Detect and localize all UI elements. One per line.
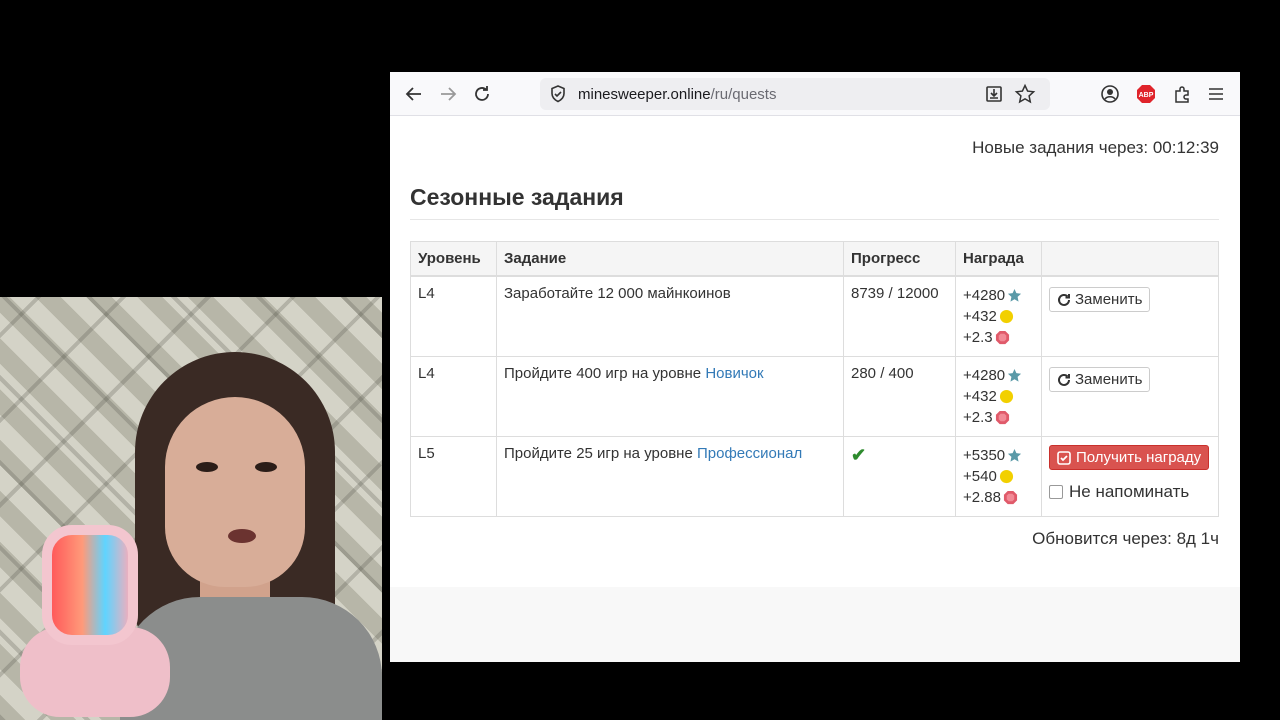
account-icon[interactable] — [1098, 82, 1122, 106]
url-host: minesweeper.online — [578, 86, 711, 103]
quest-action-cell: Получить награду Не напоминать — [1041, 436, 1219, 517]
coin-icon — [999, 309, 1013, 324]
dont-remind-checkbox[interactable] — [1049, 485, 1063, 499]
forward-arrow-icon[interactable] — [436, 82, 460, 106]
url-text[interactable]: minesweeper.online/ru/quests — [578, 86, 776, 103]
address-bar[interactable]: minesweeper.online/ru/quests — [540, 78, 1050, 110]
gem-icon — [995, 410, 1009, 425]
quest-level: L5 — [410, 436, 497, 517]
quest-task-text: Заработайте 12 000 майнкоинов — [504, 285, 731, 302]
title-divider — [410, 219, 1219, 220]
shield-icon[interactable] — [548, 84, 568, 104]
reward-gems: +2.3 — [963, 329, 993, 346]
header-progress: Прогресс — [843, 241, 956, 277]
browser-toolbar: minesweeper.online/ru/quests ABP — [390, 72, 1240, 116]
coin-icon — [999, 389, 1013, 404]
star-icon — [1008, 368, 1022, 382]
reward-gems: +2.3 — [963, 409, 993, 426]
star-icon — [1008, 288, 1022, 302]
refresh-icon — [1058, 293, 1070, 306]
gem-icon — [1003, 490, 1018, 505]
menu-hamburger-icon[interactable] — [1204, 82, 1228, 106]
quest-task: Пройдите 25 игр на уровне Профессионал — [496, 436, 844, 517]
dont-remind-label: Не напоминать — [1069, 482, 1190, 501]
star-icon — [1008, 448, 1022, 462]
table-header-row: Уровень Задание Прогресс Награда — [410, 241, 1219, 277]
quest-level: L4 — [410, 356, 497, 437]
quest-task-text: Пройдите 25 игр на уровне — [504, 445, 697, 462]
quest-task-link[interactable]: Профессионал — [697, 445, 802, 462]
header-reward: Награда — [955, 241, 1042, 277]
person-eye-right — [255, 462, 277, 472]
svg-text:ABP: ABP — [1139, 92, 1154, 99]
quest-reward: +4280 +432 +2.3 — [955, 275, 1042, 357]
reward-coins: +432 — [963, 308, 997, 325]
table-row: L5 Пройдите 25 игр на уровне Профессиона… — [410, 436, 1219, 517]
person-face — [165, 397, 305, 587]
page-footer — [390, 587, 1240, 662]
quest-progress: 8739 / 12000 — [843, 275, 956, 357]
quest-action-cell: Заменить — [1041, 275, 1219, 357]
gem-icon — [995, 330, 1009, 345]
replace-button-label: Заменить — [1075, 371, 1143, 388]
header-level: Уровень — [410, 241, 497, 277]
url-path: /ru/quests — [710, 86, 777, 103]
quest-reward: +5350 +540 +2.88 — [955, 436, 1042, 517]
checkmark-icon: ✔ — [851, 445, 867, 465]
reward-xp: +5350 — [963, 447, 1006, 464]
browser-window: minesweeper.online/ru/quests ABP Новые з… — [390, 72, 1240, 662]
reward-coins: +432 — [963, 388, 997, 405]
reward-xp: +4280 — [963, 287, 1006, 304]
replace-button-label: Заменить — [1075, 291, 1143, 308]
quest-progress: 280 / 400 — [843, 356, 956, 437]
check-square-icon — [1057, 450, 1071, 465]
page-title: Сезонные задания — [410, 184, 624, 210]
quest-level: L4 — [410, 275, 497, 357]
download-icon[interactable] — [984, 84, 1004, 109]
webcam-overlay — [0, 297, 382, 720]
reward-coins: +540 — [963, 468, 997, 485]
adblock-icon[interactable]: ABP — [1134, 82, 1158, 106]
reload-icon[interactable] — [470, 82, 494, 106]
person-mouth — [228, 529, 256, 543]
quests-table: Уровень Задание Прогресс Награда L4 Зара… — [410, 241, 1219, 517]
header-task: Задание — [496, 241, 844, 277]
dont-remind-option[interactable]: Не напоминать — [1049, 482, 1211, 502]
person-eye-left — [196, 462, 218, 472]
quest-task-text: Пройдите 400 игр на уровне — [504, 365, 706, 382]
quest-task-link[interactable]: Новичок — [705, 365, 763, 382]
back-arrow-icon[interactable] — [402, 82, 426, 106]
quest-task: Заработайте 12 000 майнкоинов — [496, 275, 844, 357]
reward-gems: +2.88 — [963, 489, 1001, 506]
quest-action-cell: Заменить — [1041, 356, 1219, 437]
replace-button[interactable]: Заменить — [1049, 367, 1151, 392]
extensions-puzzle-icon[interactable] — [1170, 82, 1194, 106]
refresh-icon — [1058, 373, 1070, 386]
reward-xp: +4280 — [963, 367, 1006, 384]
bookmark-star-icon[interactable] — [1014, 83, 1036, 110]
quest-progress: ✔ — [843, 436, 956, 517]
quest-reward: +4280 +432 +2.3 — [955, 356, 1042, 437]
coin-icon — [999, 469, 1013, 484]
replace-button[interactable]: Заменить — [1049, 287, 1151, 312]
header-action — [1041, 241, 1219, 277]
claim-reward-label: Получить награду — [1076, 449, 1202, 466]
table-row: L4 Заработайте 12 000 майнкоинов 8739 / … — [410, 275, 1219, 357]
microphone — [42, 525, 138, 645]
page-content: Новые задания через: 00:12:39 Сезонные з… — [390, 116, 1240, 587]
refresh-timer: Обновится через: 8д 1ч — [1032, 529, 1219, 548]
table-row: L4 Пройдите 400 игр на уровне Новичок 28… — [410, 356, 1219, 437]
new-quests-timer: Новые задания через: 00:12:39 — [972, 138, 1219, 157]
quest-task: Пройдите 400 игр на уровне Новичок — [496, 356, 844, 437]
claim-reward-button[interactable]: Получить награду — [1049, 445, 1210, 470]
